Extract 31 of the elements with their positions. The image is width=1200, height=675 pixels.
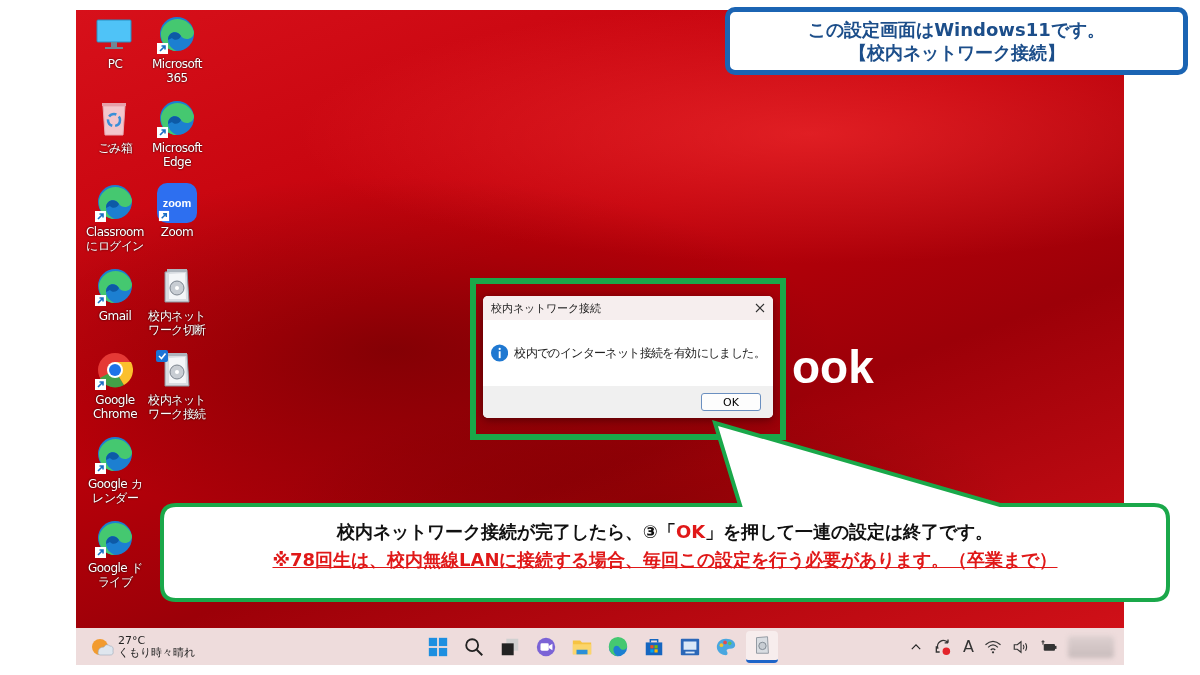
- icon-label[interactable]: Microsoft Edge: [146, 141, 208, 169]
- icon-label[interactable]: Microsoft 365: [146, 57, 208, 85]
- icon-label[interactable]: 校内ネットワーク切断: [146, 309, 208, 337]
- icon-label[interactable]: Classroom にログイン: [84, 225, 146, 253]
- icon-label[interactable]: Gmail: [84, 309, 146, 323]
- weather-condition-text[interactable]: くもり時々晴れ: [118, 646, 195, 659]
- search-icon: [463, 635, 485, 658]
- info-icon: [491, 343, 509, 363]
- temperature-text[interactable]: 27°C: [118, 634, 195, 647]
- chrome-logo-icon[interactable]: [94, 350, 136, 392]
- dialog-message: 校内でのインターネット接続を有効にしました。: [514, 344, 765, 362]
- note-text: 【校内ネットワーク接続】: [848, 41, 1065, 64]
- close-icon[interactable]: [755, 303, 765, 313]
- dialog-title: 校内ネットワーク接続: [491, 300, 601, 316]
- icon-label[interactable]: ごみ箱: [84, 141, 146, 155]
- icon-label[interactable]: Google ドライブ: [84, 561, 146, 589]
- icon-label[interactable]: 校内ネットワーク接続: [146, 393, 208, 421]
- wallpaper-logo-text: ook: [792, 340, 874, 394]
- instruction-text: 校内ネットワーク接続が完了したら、③「OK」を押して一連の設定は終了です。: [336, 520, 994, 544]
- icon-label[interactable]: Zoom: [146, 225, 208, 239]
- zoom-app-icon[interactable]: zoom: [157, 183, 197, 223]
- windows-logo-icon: [427, 635, 449, 658]
- edge-logo-icon: [607, 635, 629, 658]
- note-text: この設定画面はWindows11です。: [808, 18, 1105, 41]
- icon-label[interactable]: PC: [84, 57, 146, 71]
- input-mode-indicator[interactable]: A: [963, 637, 974, 656]
- icon-label[interactable]: Google カレンダー: [84, 477, 146, 505]
- ok-button[interactable]: OK: [701, 393, 761, 411]
- checkbox-icon[interactable]: [156, 350, 168, 362]
- video-chat-icon: [535, 635, 557, 658]
- icon-label[interactable]: Google Chrome: [84, 393, 146, 421]
